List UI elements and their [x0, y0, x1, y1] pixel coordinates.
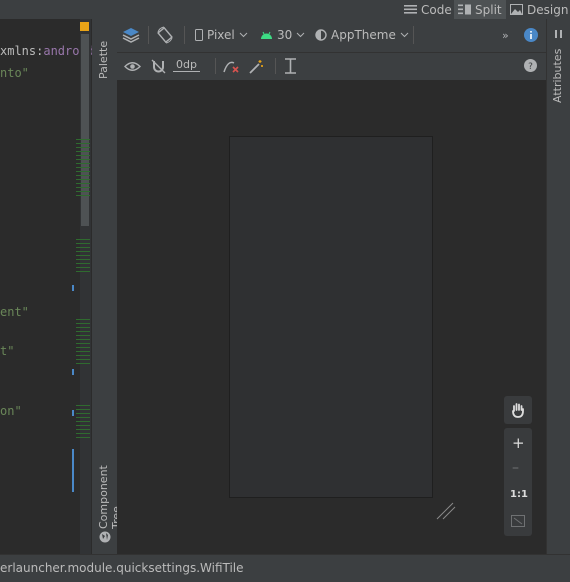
api-level-label: 30 [277, 28, 293, 42]
caret-marker [72, 410, 74, 416]
code-mode-button[interactable]: Code [400, 0, 456, 19]
diff-markers [76, 319, 90, 365]
chevron-down-icon [296, 32, 305, 38]
image-icon [510, 4, 523, 15]
separator [215, 58, 216, 74]
diff-markers [76, 239, 90, 275]
pan-tool-button[interactable] [504, 396, 532, 424]
resize-handle-icon[interactable] [436, 502, 456, 520]
code-scroll-gutter[interactable] [76, 19, 91, 554]
device-preview-frame[interactable] [229, 136, 433, 498]
code-lines-icon [404, 4, 417, 15]
palette-tab[interactable]: Palette [97, 31, 110, 79]
caret-marker [72, 369, 74, 375]
theme-dropdown[interactable]: AppTheme [315, 28, 409, 42]
split-mode-button[interactable]: Split [454, 0, 506, 19]
code-editor[interactable]: xmlns:android= nto" ent" t" on" [0, 19, 92, 554]
zoom-controls: + – 1:1 [504, 428, 532, 536]
theme-label: AppTheme [331, 28, 396, 42]
align-icon[interactable] [284, 58, 297, 74]
device-dropdown[interactable]: Pixel [195, 28, 248, 42]
code-line: t" [0, 344, 15, 358]
warning-marker[interactable] [80, 22, 89, 31]
caret-marker [72, 449, 74, 492]
chevron-down-icon [239, 32, 248, 38]
default-margin-field[interactable]: 0dp [173, 58, 200, 72]
svg-text:?: ? [528, 62, 533, 72]
diff-markers [76, 139, 90, 199]
view-mode-bar: Code Split Design [0, 0, 570, 19]
split-mode-label: Split [475, 2, 502, 17]
caret-marker [72, 285, 74, 291]
left-tool-strip: Palette Component Tree [92, 19, 123, 554]
attributes-tab[interactable]: Attributes [551, 41, 564, 103]
theme-icon [315, 29, 327, 41]
layout-toolbar: 0dp ? [117, 53, 546, 81]
code-line: nto" [0, 66, 29, 80]
chevron-down-icon [400, 32, 409, 38]
separator [148, 26, 149, 44]
magnet-off-icon[interactable] [151, 59, 166, 74]
diff-markers [76, 405, 90, 439]
globe-icon[interactable] [99, 531, 111, 543]
right-tool-strip: Attributes [546, 19, 570, 554]
help-icon[interactable]: ? [524, 59, 537, 72]
separator [184, 26, 185, 44]
clear-constraints-icon[interactable] [223, 59, 240, 74]
zoom-in-button[interactable]: + [512, 434, 525, 452]
eye-icon[interactable] [124, 61, 141, 72]
api-level-dropdown[interactable]: 30 [260, 28, 305, 42]
overflow-chevron-icon[interactable]: » [502, 29, 509, 42]
code-line: xmlns:android= [0, 44, 92, 58]
zoom-one-to-one-button[interactable]: 1:1 [510, 489, 528, 500]
code-line: ent" [0, 305, 29, 319]
status-bar: erlauncher.module.quicksettings.WifiTile [0, 554, 570, 582]
design-toolbar: Pixel 30 AppTheme » [117, 19, 546, 53]
split-view-icon [458, 4, 471, 15]
device-label: Pixel [207, 28, 235, 42]
zoom-out-button[interactable]: – [512, 460, 519, 476]
code-line: on" [0, 404, 22, 418]
design-mode-button[interactable]: Design [506, 0, 570, 19]
info-icon[interactable] [524, 28, 538, 42]
code-mode-label: Code [421, 2, 452, 17]
attributes-icon [554, 29, 564, 39]
zoom-to-fit-icon[interactable] [511, 515, 525, 527]
default-margin-label: 0dp [176, 58, 197, 71]
phone-icon [195, 29, 203, 41]
orientation-icon[interactable] [156, 26, 174, 44]
separator [275, 58, 276, 74]
android-icon [260, 31, 273, 40]
separator [413, 26, 414, 44]
magic-wand-icon[interactable] [249, 59, 264, 74]
hand-icon [511, 402, 525, 418]
layers-icon[interactable] [122, 27, 140, 43]
status-text: erlauncher.module.quicksettings.WifiTile [0, 561, 244, 575]
design-mode-label: Design [527, 2, 569, 17]
